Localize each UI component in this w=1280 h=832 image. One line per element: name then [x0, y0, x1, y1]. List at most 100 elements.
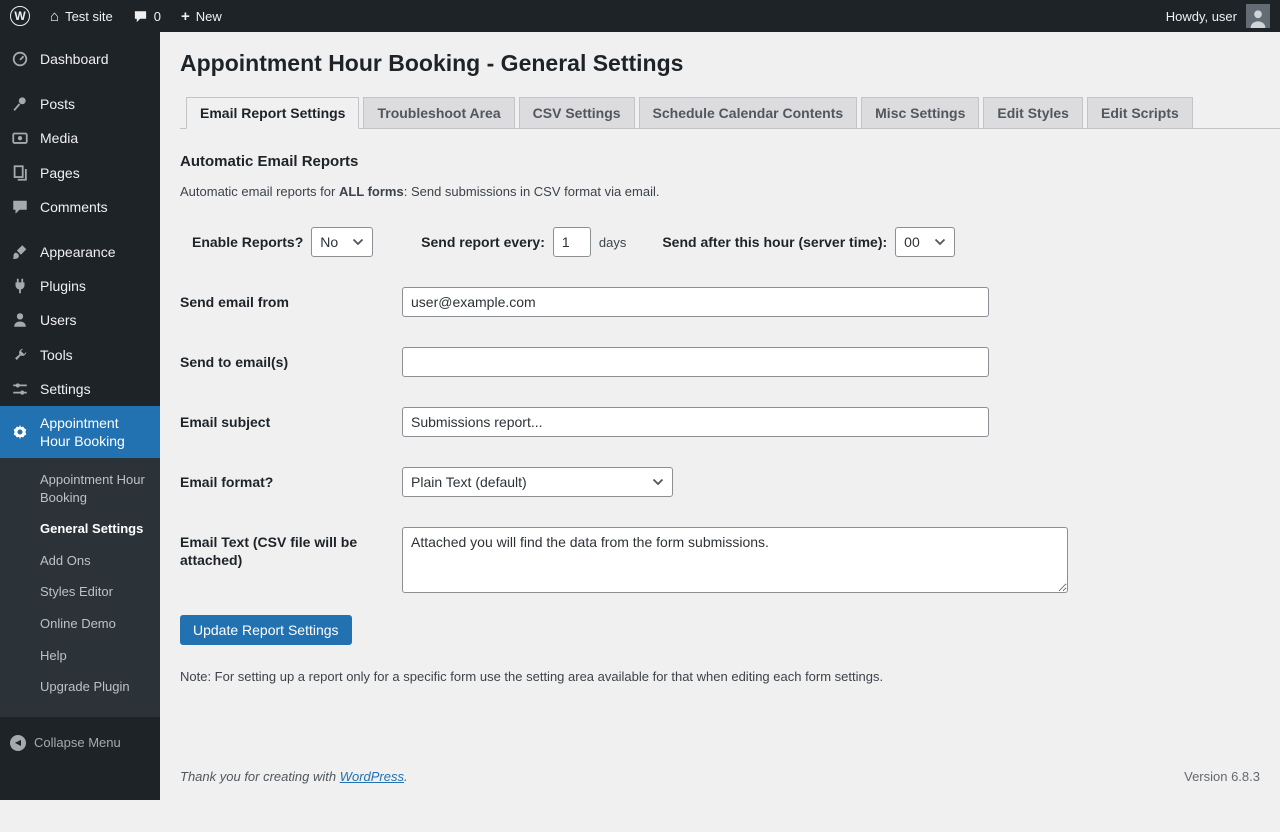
send-to-emails-label: Send to email(s) [180, 347, 402, 377]
email-subject-label: Email subject [180, 407, 402, 437]
sidebar-item-dashboard[interactable]: Dashboard [0, 42, 160, 76]
footer-version: Version 6.8.3 [1184, 769, 1260, 784]
email-format-select[interactable]: Plain Text (default) [402, 467, 673, 497]
tab-schedule-calendar-contents[interactable]: Schedule Calendar Contents [639, 97, 858, 129]
sidebar-item-plugins[interactable]: Plugins [0, 269, 160, 303]
admin-sidebar: Dashboard Posts Media Pages Commen [0, 32, 160, 800]
media-icon [10, 129, 30, 147]
report-hour-select[interactable]: 00 [895, 227, 955, 257]
sidebar-item-users[interactable]: Users [0, 303, 160, 337]
email-text-label: Email Text (CSV file will be attached) [180, 527, 402, 593]
posts-icon [10, 95, 30, 113]
email-format-value: Plain Text (default) [411, 474, 527, 490]
tab-troubleshoot-area[interactable]: Troubleshoot Area [363, 97, 514, 129]
sidebar-item-label: Pages [40, 164, 80, 182]
email-text-textarea[interactable]: Attached you will find the data from the… [402, 527, 1068, 593]
settings-tabs: Email Report Settings Troubleshoot Area … [180, 97, 1280, 129]
admin-bar-left: W ⌂ Test site 0 + New [0, 0, 232, 32]
sidebar-item-label: Comments [40, 198, 108, 216]
sidebar-item-media[interactable]: Media [0, 121, 160, 155]
send-to-emails-input[interactable] [402, 347, 989, 377]
chevron-down-icon [652, 478, 664, 486]
tab-misc-settings[interactable]: Misc Settings [861, 97, 979, 129]
admin-bar-right: Howdy, user [1156, 0, 1280, 32]
main-content: Appointment Hour Booking - General Setti… [160, 32, 1280, 800]
email-subject-input[interactable] [402, 407, 989, 437]
tab-email-report-settings[interactable]: Email Report Settings [186, 97, 359, 129]
wp-logo-menu[interactable]: W [0, 0, 40, 32]
footer: Thank you for creating with WordPress. V… [180, 755, 1260, 800]
settings-icon [10, 380, 30, 398]
avatar [1246, 4, 1270, 28]
email-subject-row: Email subject [180, 407, 1260, 437]
collapse-menu-label: Collapse Menu [34, 735, 121, 750]
sidebar-item-label: Plugins [40, 277, 86, 295]
submenu-item-upgrade-plugin[interactable]: Upgrade Plugin [0, 671, 160, 703]
chevron-down-icon [352, 238, 364, 246]
submenu-item-appointment-hour-booking[interactable]: Appointment Hour Booking [0, 464, 160, 513]
send-email-from-row: Send email from [180, 287, 1260, 317]
footer-thanks-suffix: . [404, 769, 408, 784]
report-hour-value: 00 [904, 234, 920, 250]
report-interval-group: Send report every: days [421, 227, 626, 257]
report-schedule-row: Enable Reports? No Send report every: da… [180, 227, 1260, 257]
sidebar-item-settings[interactable]: Settings [0, 372, 160, 406]
submenu-item-add-ons[interactable]: Add Ons [0, 545, 160, 577]
sidebar-item-tools[interactable]: Tools [0, 338, 160, 372]
sidebar-item-label: Settings [40, 380, 91, 398]
report-hour-group: Send after this hour (server time): 00 [662, 227, 954, 257]
sidebar-item-label: Appearance [40, 243, 116, 261]
sidebar-item-label: Media [40, 129, 78, 147]
report-interval-input[interactable] [553, 227, 591, 257]
home-icon: ⌂ [50, 9, 59, 24]
site-name-link[interactable]: ⌂ Test site [40, 0, 123, 32]
tools-icon [10, 346, 30, 364]
gear-icon [10, 423, 30, 441]
enable-reports-value: No [320, 234, 338, 250]
submenu-item-general-settings[interactable]: General Settings [0, 513, 160, 545]
collapse-arrow-icon: ◀ [10, 735, 26, 751]
tab-edit-scripts[interactable]: Edit Scripts [1087, 97, 1193, 129]
dashboard-icon [10, 50, 30, 68]
comments-icon [10, 198, 30, 216]
submenu-item-online-demo[interactable]: Online Demo [0, 608, 160, 640]
appointment-submenu: Appointment Hour Booking General Setting… [0, 458, 160, 716]
menu-separator [0, 76, 160, 87]
report-hour-label: Send after this hour (server time): [662, 234, 887, 250]
account-menu[interactable]: Howdy, user [1156, 0, 1280, 32]
intro-prefix: Automatic email reports for [180, 184, 339, 199]
settings-note: Note: For setting up a report only for a… [180, 669, 1260, 684]
enable-reports-group: Enable Reports? No [192, 227, 373, 257]
sidebar-item-appearance[interactable]: Appearance [0, 235, 160, 269]
tab-edit-styles[interactable]: Edit Styles [983, 97, 1083, 129]
sidebar-item-label: Users [40, 311, 77, 329]
intro-suffix: : Send submissions in CSV format via ema… [404, 184, 660, 199]
update-report-settings-button[interactable]: Update Report Settings [180, 615, 352, 645]
submenu-item-styles-editor[interactable]: Styles Editor [0, 576, 160, 608]
admin-menu: Dashboard Posts Media Pages Commen [0, 32, 160, 761]
sidebar-item-posts[interactable]: Posts [0, 87, 160, 121]
wordpress-link[interactable]: WordPress [340, 769, 404, 784]
howdy-label: Howdy, user [1166, 9, 1237, 24]
site-name-label: Test site [65, 9, 113, 24]
tab-csv-settings[interactable]: CSV Settings [519, 97, 635, 129]
email-text-row: Email Text (CSV file will be attached) A… [180, 527, 1260, 593]
admin-bar: W ⌂ Test site 0 + New Howdy, user [0, 0, 1280, 32]
menu-separator [0, 224, 160, 235]
comments-count: 0 [154, 9, 161, 24]
sidebar-item-label: Posts [40, 95, 75, 113]
enable-reports-select[interactable]: No [311, 227, 373, 257]
users-icon [10, 311, 30, 329]
submenu-item-help[interactable]: Help [0, 640, 160, 672]
sidebar-item-comments[interactable]: Comments [0, 190, 160, 224]
email-format-row: Email format? Plain Text (default) [180, 467, 1260, 497]
send-email-from-label: Send email from [180, 287, 402, 317]
send-email-from-input[interactable] [402, 287, 989, 317]
new-content-menu[interactable]: + New [171, 0, 232, 32]
collapse-menu-button[interactable]: ◀ Collapse Menu [0, 725, 160, 761]
intro-bold: ALL forms [339, 184, 404, 199]
sidebar-item-pages[interactable]: Pages [0, 156, 160, 190]
comments-shortcut[interactable]: 0 [123, 0, 171, 32]
sidebar-item-appointment-hour-booking[interactable]: Appointment Hour Booking [0, 406, 160, 458]
report-interval-label: Send report every: [421, 234, 545, 250]
